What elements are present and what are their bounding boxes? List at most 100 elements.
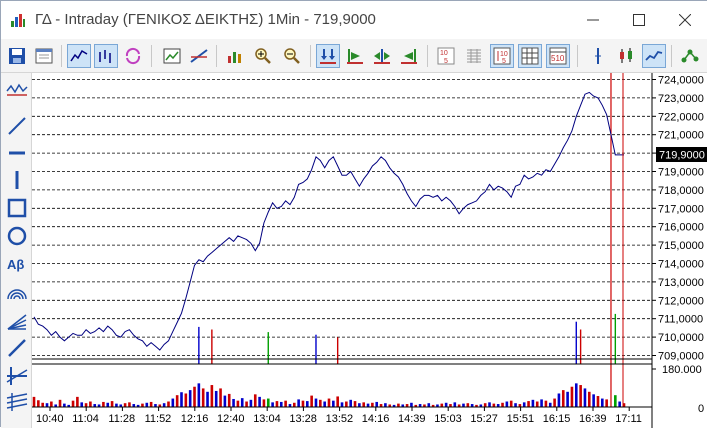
zoom-out-button[interactable] <box>280 44 304 68</box>
volume-bar <box>236 400 240 407</box>
grid-numbers-icon: 510 <box>549 47 567 65</box>
draw-wave-button[interactable] <box>4 77 29 102</box>
close-button[interactable] <box>662 1 707 39</box>
grid-table-button[interactable] <box>518 44 542 68</box>
refresh-icon <box>125 47 141 65</box>
draw-arc-button[interactable] <box>4 280 29 305</box>
line-chart-mode-icon <box>70 49 88 62</box>
volume-bar <box>271 402 274 407</box>
digits-button[interactable]: 10 5 <box>434 44 458 68</box>
draw-ray-button[interactable] <box>4 335 29 360</box>
fit-both-button[interactable] <box>316 44 340 68</box>
save-icon <box>9 48 25 64</box>
bar-chart-mode-button[interactable] <box>94 44 118 68</box>
intraday-chart[interactable]: 724,0000723,0000722,0000721,0000720,0000… <box>32 73 707 428</box>
chart-settings-button[interactable] <box>160 44 184 68</box>
zoom-in-button[interactable] <box>251 44 275 68</box>
volume-bar <box>292 402 296 407</box>
scroll-both-button[interactable] <box>370 44 394 68</box>
indicators-button[interactable] <box>223 44 247 68</box>
volume-bar <box>275 401 279 407</box>
volume-bar <box>522 402 526 407</box>
candlestick-button[interactable] <box>614 44 638 68</box>
maximize-icon <box>633 14 645 26</box>
volume-bar <box>284 400 287 407</box>
draw-vertical-line-button[interactable] <box>4 167 29 192</box>
draw-trend-line-button[interactable] <box>4 113 29 138</box>
volume-bar <box>453 402 457 407</box>
volume-bar <box>214 390 218 407</box>
volume-bar <box>327 398 331 407</box>
volume-bar <box>63 403 66 407</box>
price-tick-label: 722,0000 <box>658 111 704 123</box>
scroll-right-button[interactable] <box>343 44 367 68</box>
draw-cross-button[interactable] <box>4 363 29 388</box>
network-button[interactable] <box>678 44 702 68</box>
digits-icon: 105 <box>437 47 455 65</box>
draw-ellipse-button[interactable] <box>4 223 29 248</box>
time-tick-label: 11:04 <box>72 413 99 425</box>
line-type-button[interactable] <box>642 44 666 68</box>
arc-icon <box>6 288 27 299</box>
grid-dense-button[interactable] <box>462 44 486 68</box>
time-tick-label: 13:04 <box>253 413 281 425</box>
draw-parallel-button[interactable] <box>4 389 29 414</box>
volume-bar <box>240 398 244 407</box>
time-tick-label: 17:11 <box>615 413 642 425</box>
volume-bar <box>561 390 565 407</box>
parallel-lines-icon <box>6 392 27 411</box>
volume-bar <box>323 401 326 407</box>
volume-bar <box>349 399 352 407</box>
volume-bar <box>50 401 53 407</box>
refresh-button[interactable] <box>121 44 145 68</box>
time-tick-label: 16:15 <box>543 413 571 425</box>
volume-bar <box>587 391 591 407</box>
volume-bar <box>310 395 313 407</box>
grid-dense-icon <box>467 49 481 63</box>
draw-rectangle-button[interactable] <box>4 195 29 220</box>
volume-bar <box>579 385 582 407</box>
grid-lines-button[interactable]: 10 5 <box>490 44 514 68</box>
scroll-right-icon <box>347 49 363 64</box>
volume-bar <box>345 401 348 407</box>
zoom-in-icon <box>255 48 271 64</box>
time-tick-label: 13:52 <box>326 413 354 425</box>
window-icon <box>35 48 53 64</box>
scroll-left-button[interactable] <box>397 44 421 68</box>
scroll-both-icon <box>374 49 390 64</box>
volume-bar <box>102 401 105 407</box>
trend-lines-button[interactable] <box>187 44 211 68</box>
cursor-line-button[interactable] <box>586 44 610 68</box>
scroll-left-icon <box>401 49 417 64</box>
trend-lines-icon <box>190 49 208 63</box>
price-tick-label: 710,0000 <box>658 332 704 344</box>
zoom-out-icon <box>284 48 300 64</box>
draw-text-button[interactable]: Αβ <box>4 251 29 276</box>
title-bar[interactable]: ΓΔ - Intraday (ΓΕΝΙΚΟΣ ΔΕΙΚΤΗΣ) 1Min - 7… <box>1 1 707 39</box>
price-tick-label: 718,0000 <box>658 185 704 197</box>
volume-tick-label: 180.000 <box>662 364 702 376</box>
price-tick-label: 715,0000 <box>658 240 704 252</box>
volume-bar <box>279 401 283 407</box>
maximize-button[interactable] <box>616 1 662 39</box>
window-button[interactable] <box>32 44 56 68</box>
line-type-icon <box>645 50 663 61</box>
volume-bar <box>397 403 400 407</box>
grid-numbers-button[interactable]: 510 <box>546 44 570 68</box>
volume-bar <box>483 403 487 407</box>
network-icon <box>681 49 699 63</box>
volume-bar <box>340 402 344 407</box>
volume-bar <box>371 402 374 407</box>
volume-bar <box>353 401 357 407</box>
volume-bar <box>227 393 231 407</box>
minimize-button[interactable] <box>570 1 616 39</box>
volume-bar <box>544 400 548 407</box>
draw-horizontal-line-button[interactable] <box>4 140 29 165</box>
save-button[interactable] <box>5 44 29 68</box>
time-tick-label: 15:03 <box>434 413 462 425</box>
volume-bar <box>583 388 587 407</box>
draw-fan-button[interactable] <box>4 308 29 333</box>
line-chart-mode-button[interactable] <box>67 44 91 68</box>
current-price-text: 719,9000 <box>659 150 705 162</box>
volume-bar <box>193 386 196 407</box>
